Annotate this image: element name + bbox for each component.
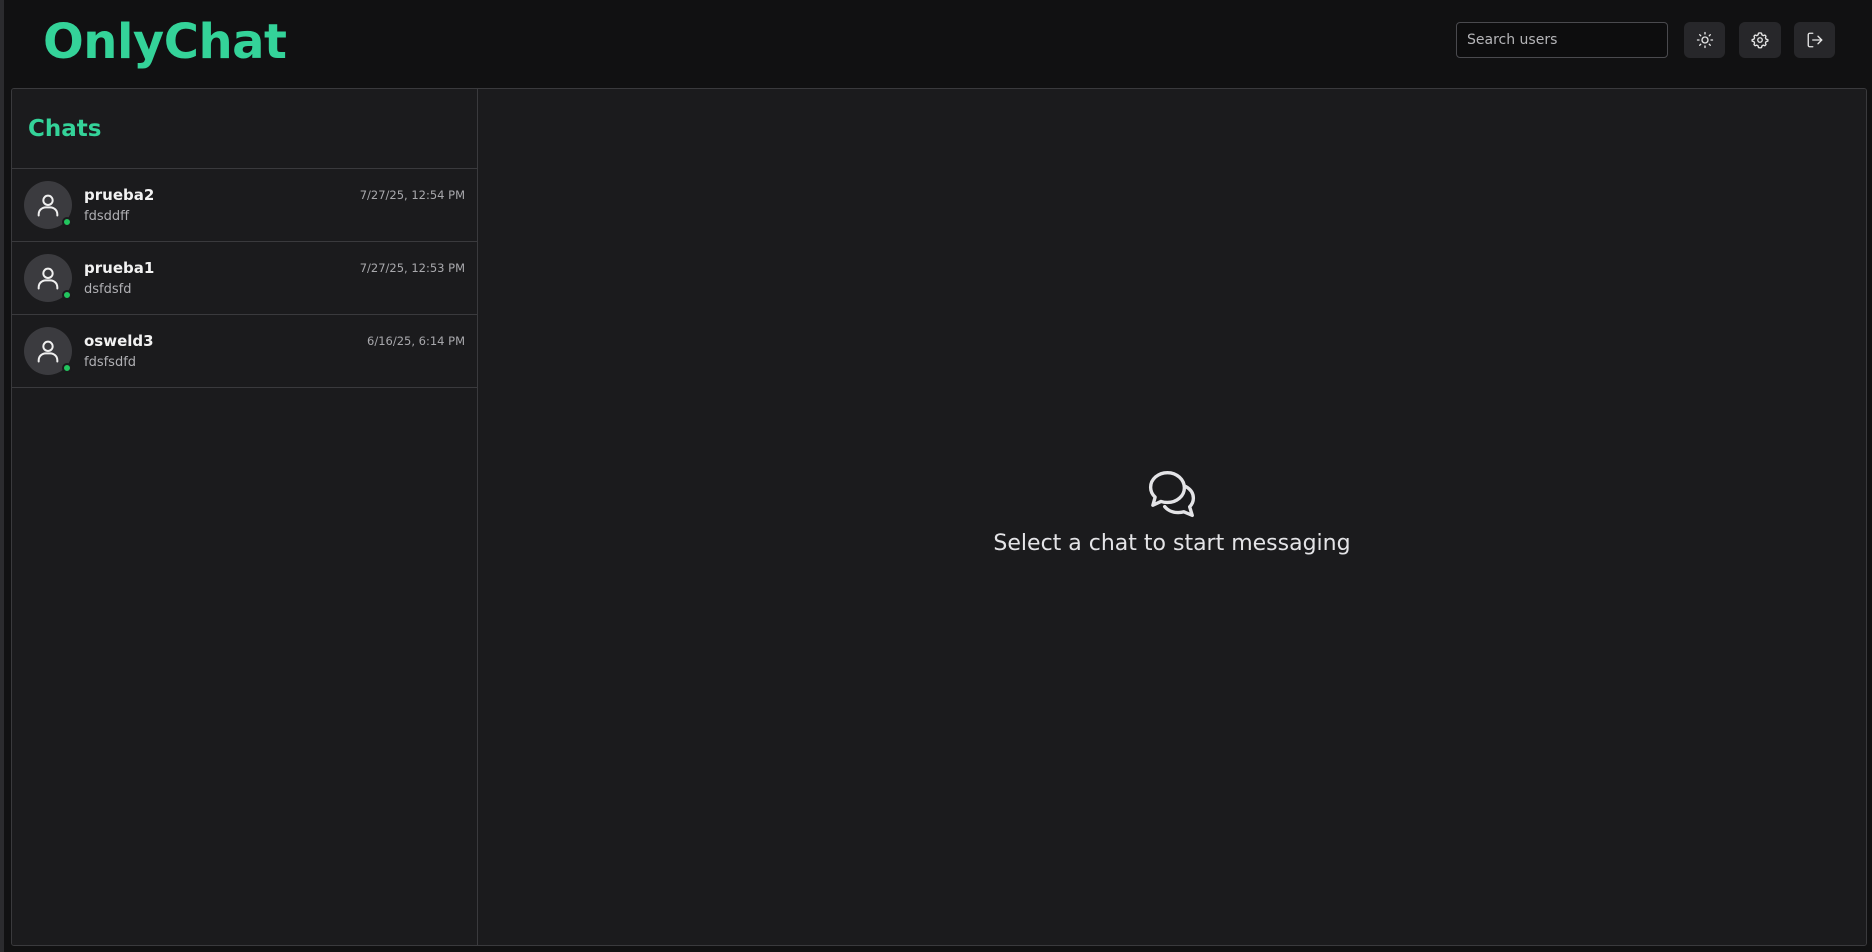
online-status-dot [62,363,72,373]
empty-state: Select a chat to start messaging [478,467,1866,556]
chat-list-item[interactable]: prueba1 dsfdsfd 7/27/25, 12:53 PM [12,242,477,315]
online-status-dot [62,217,72,227]
user-icon [37,194,59,217]
chat-preview: fdsddff [84,209,130,224]
online-status-dot [62,290,72,300]
chat-preview: dsfdsfd [84,282,132,297]
chat-sidebar: Chats prueba2 fdsddff 7/27/25, 12:54 PM [12,89,478,945]
chat-bubbles-icon [1148,470,1196,518]
chat-timestamp: 7/27/25, 12:53 PM [359,261,465,275]
empty-state-text: Select a chat to start messaging [993,531,1351,556]
avatar [24,327,72,375]
chat-timestamp: 6/16/25, 6:14 PM [367,334,465,348]
chat-name: prueba2 [84,186,155,204]
settings-button[interactable] [1739,22,1781,58]
conversation-panel: Select a chat to start messaging [478,89,1866,945]
avatar [24,254,72,302]
chat-list-item[interactable]: osweld3 fdsfsdfd 6/16/25, 6:14 PM [12,315,477,388]
main-container: Chats prueba2 fdsddff 7/27/25, 12:54 PM [11,88,1867,946]
logout-button[interactable] [1794,22,1835,58]
app-window: OnlyChat Search users Chats prueba2 fdsd… [0,0,1872,952]
app-logo[interactable]: OnlyChat [43,14,287,70]
gear-icon [1751,32,1769,49]
search-users-input[interactable] [1456,22,1668,58]
sidebar-title: Chats [28,116,102,142]
user-icon [37,340,59,363]
user-icon [37,267,59,290]
logout-icon [1807,32,1822,48]
sidebar-header: Chats [12,89,477,169]
sun-icon [1696,31,1713,49]
chat-timestamp: 7/27/25, 12:54 PM [359,188,465,202]
chat-list-item[interactable]: prueba2 fdsddff 7/27/25, 12:54 PM [12,169,477,242]
chat-name: prueba1 [84,259,155,277]
avatar [24,181,72,229]
top-bar: OnlyChat [4,0,1872,88]
theme-toggle-button[interactable] [1684,22,1725,58]
chat-name: osweld3 [84,332,154,350]
chat-preview: fdsfsdfd [84,355,137,370]
